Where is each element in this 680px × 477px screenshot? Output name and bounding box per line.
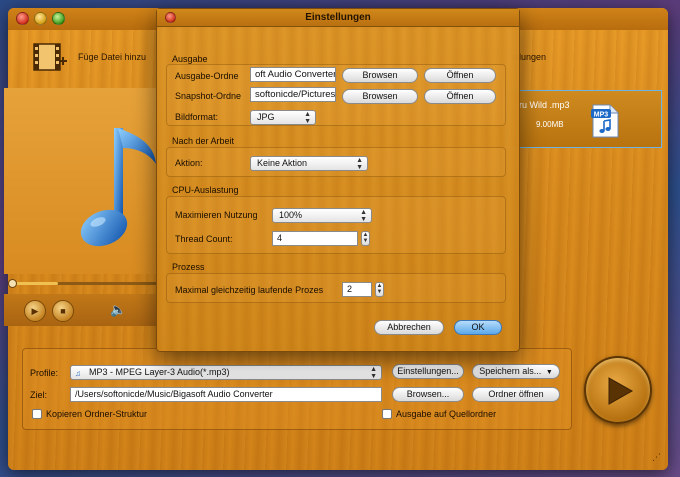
snapshot-browse-button[interactable]: Browsen — [342, 89, 418, 104]
image-format-select[interactable]: JPG ▲ ▼ — [250, 110, 316, 125]
convert-play-icon — [608, 377, 634, 405]
target-path-field[interactable]: /Users/softonicde/Music/Bigasoft Audio C… — [70, 387, 382, 402]
mp3-icon-text: MP3 — [594, 112, 609, 119]
file-list-row[interactable] — [506, 90, 662, 148]
profile-select[interactable]: ♫ MP3 - MPEG Layer-3 Audio(*.mp3) ▲ ▼ — [70, 365, 382, 380]
output-source-label: Ausgabe auf Quellordner — [396, 409, 497, 419]
mp3-file-icon: MP3 — [590, 104, 620, 138]
close-window-button[interactable] — [16, 12, 29, 25]
dialog-title: Einstellungen — [305, 12, 371, 23]
select-arrows-icon: ▲ ▼ — [360, 209, 367, 223]
target-label: Ziel: — [30, 390, 48, 400]
max-parallel-field[interactable]: 2 — [342, 282, 372, 297]
save-as-button[interactable]: Speichern als... ▼ — [472, 364, 560, 379]
play-icon: ▶ — [31, 306, 39, 316]
copy-structure-checkbox[interactable] — [32, 409, 42, 419]
minimize-window-button[interactable] — [34, 12, 47, 25]
select-arrows-icon: ▲ ▼ — [304, 111, 311, 125]
thread-count-label: Thread Count: — [175, 234, 233, 244]
action-select[interactable]: Keine Aktion ▲ ▼ — [250, 156, 368, 171]
open-folder-button[interactable]: Ordner öffnen — [472, 387, 560, 402]
file-size: 9.00MB — [536, 120, 564, 129]
ok-button[interactable]: OK — [454, 320, 502, 335]
snapshot-folder-field[interactable]: softonicde/Pictures — [250, 87, 336, 102]
max-parallel-label: Maximal gleichzeitig laufende Prozes — [175, 285, 324, 295]
image-format-value: JPG — [257, 112, 275, 122]
output-folder-field[interactable]: oft Audio Converter — [250, 67, 336, 82]
stop-icon: ■ — [60, 306, 66, 316]
select-arrows-icon: ▲ ▼ — [370, 366, 377, 380]
copy-structure-label: Kopieren Ordner-Struktur — [46, 409, 148, 419]
after-work-section-title: Nach der Arbeit — [172, 136, 235, 146]
convert-button[interactable] — [584, 356, 652, 424]
image-format-label: Bildformat: — [175, 112, 219, 122]
chevron-down-icon: ▼ — [545, 369, 553, 376]
max-usage-select[interactable]: 100% ▲ ▼ — [272, 208, 372, 223]
music-note-icon — [74, 120, 164, 250]
play-button[interactable]: ▶ — [24, 300, 46, 322]
action-label: Aktion: — [175, 158, 203, 168]
resize-grip-icon[interactable]: ⋰ — [652, 452, 664, 464]
thread-count-stepper[interactable]: ▲ ▼ — [361, 231, 370, 246]
profile-label: Profile: — [30, 368, 59, 378]
stop-button[interactable]: ■ — [52, 300, 74, 322]
browse-button[interactable]: Browsen... — [392, 387, 464, 402]
snapshot-open-button[interactable]: Öffnen — [424, 89, 496, 104]
snapshot-folder-label: Snapshot-Ordne — [175, 91, 242, 101]
profile-select-value: MP3 - MPEG Layer-3 Audio(*.mp3) — [89, 367, 230, 377]
output-browse-button[interactable]: Browsen — [342, 68, 418, 83]
profile-audio-icon: ♫ — [75, 369, 81, 378]
save-as-label: Speichern als... — [479, 366, 542, 376]
cpu-section-title: CPU-Auslastung — [172, 185, 239, 195]
process-section-title: Prozess — [172, 262, 205, 272]
add-file-icon[interactable] — [32, 42, 68, 72]
seek-handle[interactable] — [8, 279, 17, 288]
output-folder-label: Ausgabe-Ordne — [175, 71, 239, 81]
add-file-label[interactable]: Füge Datei hinzu — [78, 52, 146, 62]
file-name: ..ru Wild .mp3 — [514, 100, 570, 110]
settings-button[interactable]: Einstellungen... — [392, 364, 464, 379]
thread-count-field[interactable]: 4 — [272, 231, 358, 246]
max-usage-value: 100% — [279, 210, 303, 220]
volume-icon[interactable]: 🔈 — [110, 302, 126, 318]
output-open-button[interactable]: Öffnen — [424, 68, 496, 83]
output-section-title: Ausgabe — [172, 54, 208, 64]
output-source-checkbox[interactable] — [382, 409, 392, 419]
max-usage-label: Maximieren Nutzung — [175, 210, 258, 220]
action-select-value: Keine Aktion — [257, 158, 308, 168]
zoom-window-button[interactable] — [52, 12, 65, 25]
dialog-titlebar: Einstellungen — [157, 9, 519, 27]
seek-progress — [10, 282, 58, 285]
select-arrows-icon: ▲ ▼ — [356, 157, 363, 171]
cancel-button[interactable]: Abbrechen — [374, 320, 444, 335]
max-parallel-stepper[interactable]: ▲ ▼ — [375, 282, 384, 297]
